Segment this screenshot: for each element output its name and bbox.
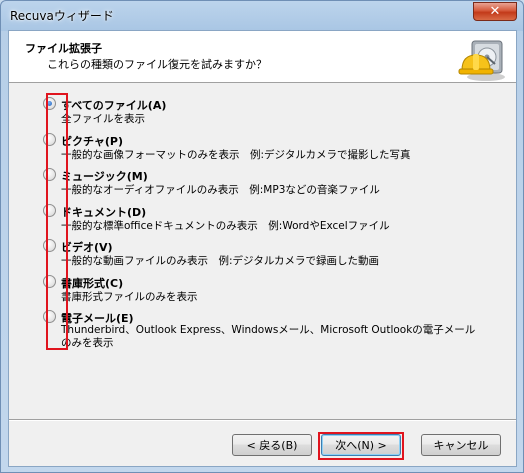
option-description: Thunderbird、Outlook Express、Windowsメール、M… (61, 324, 476, 349)
back-button[interactable]: < 戻る(B) (232, 434, 312, 456)
page-title: ファイル拡張子 (25, 42, 102, 55)
window-title: Recuvaウィザード (10, 9, 114, 23)
option-all-files[interactable]: すべてのファイル(A) 全ファイルを表示 (40, 95, 490, 129)
close-icon: ✕ (489, 4, 501, 19)
cancel-button[interactable]: キャンセル (421, 434, 501, 456)
close-button[interactable]: ✕ (473, 2, 517, 21)
radio-highlight-annotation (46, 93, 68, 350)
wizard-window: Recuvaウィザード ✕ ファイル拡張子 これらの種類のファイル復元を試みます… (0, 0, 524, 473)
option-description: 一般的な画像フォーマットのみを表示 例:デジタルカメラで撮影した写真 (61, 149, 411, 161)
option-video[interactable]: ビデオ(V) 一般的な動画ファイルのみ表示 例:デジタルカメラで録画した動画 (40, 237, 490, 271)
option-music[interactable]: ミュージック(M) 一般的なオーディオファイルのみ表示 例:MP3などの音楽ファ… (40, 166, 490, 200)
option-documents[interactable]: ドキュメント(D) 一般的な標準officeドキュメントのみ表示 例:Wordや… (40, 202, 490, 236)
option-description: 一般的な標準officeドキュメントのみ表示 例:WordやExcelファイル (61, 220, 390, 232)
wizard-header: ファイル拡張子 これらの種類のファイル復元を試みますか？ (9, 31, 516, 83)
recuva-logo-icon (458, 40, 505, 81)
option-description: 書庫形式ファイルのみを表示 (61, 291, 198, 303)
option-pictures[interactable]: ピクチャ(P) 一般的な画像フォーマットのみを表示 例:デジタルカメラで撮影した… (40, 131, 490, 165)
option-description: 一般的なオーディオファイルのみ表示 例:MP3などの音楽ファイル (61, 184, 380, 196)
option-description: 全ファイルを表示 (61, 113, 145, 125)
footer-divider (9, 419, 516, 421)
option-email[interactable]: 電子メール(E) Thunderbird、Outlook Express、Win… (40, 308, 490, 349)
option-description: 一般的な動画ファイルのみ表示 例:デジタルカメラで録画した動画 (61, 255, 380, 267)
next-highlight-annotation (318, 432, 404, 460)
page-subtitle: これらの種類のファイル復元を試みますか？ (47, 58, 267, 71)
title-bar[interactable]: Recuvaウィザード ✕ (1, 1, 523, 29)
option-archives[interactable]: 書庫形式(C) 書庫形式ファイルのみを表示 (40, 273, 490, 307)
